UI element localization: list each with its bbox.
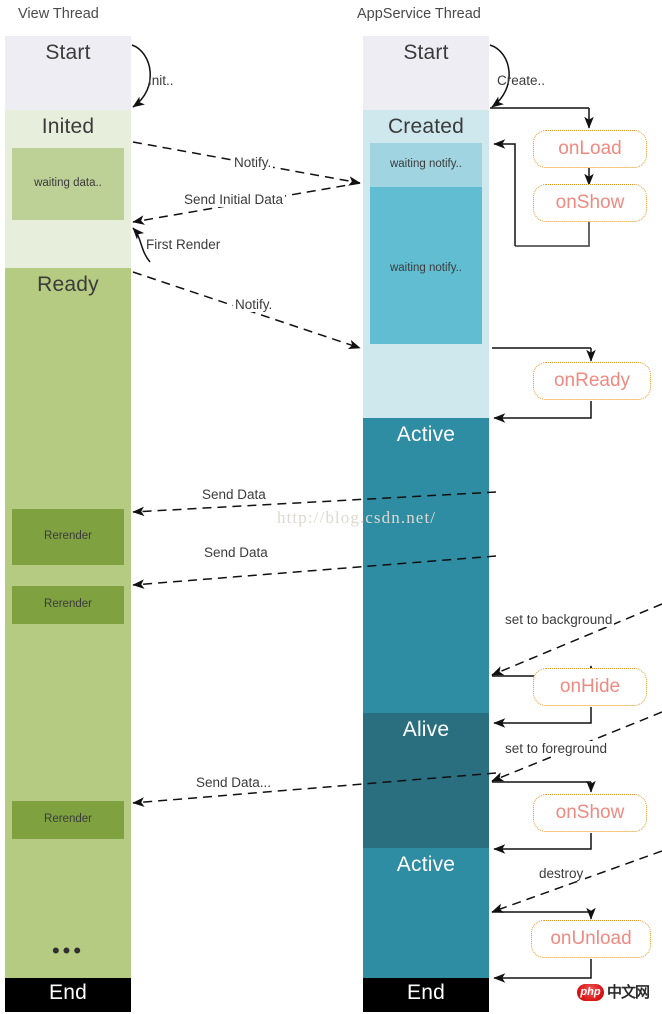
view-inner-rerender-2-label: Rerender <box>44 598 92 610</box>
view-block-end: End <box>5 978 131 1012</box>
view-block-start: Start <box>5 36 131 110</box>
app-block-created: Created waiting notify.. waiting notify.… <box>363 110 489 418</box>
edge-label-send-data-3: Send Data... <box>194 775 274 790</box>
app-block-start-label: Start <box>403 41 449 64</box>
app-block-end-label: End <box>407 981 445 1004</box>
app-inner-waiting-notify-2-label: waiting notify.. <box>389 262 462 274</box>
diagram-canvas: View Thread AppService Thread Start Init… <box>0 0 662 1014</box>
view-inner-rerender-1-label: Rerender <box>44 530 92 542</box>
edge-label-send-data-1: Send Data <box>200 487 268 502</box>
view-inner-waiting-data-label: waiting data.. <box>34 177 102 189</box>
callback-onshow-1[interactable]: onShow <box>533 184 647 222</box>
app-block-end: End <box>363 978 489 1012</box>
wire-return-to-created <box>493 139 516 246</box>
view-inner-rerender-3-label: Rerender <box>44 813 92 825</box>
view-block-ready-label: Ready <box>37 273 99 296</box>
view-inner-rerender-1: Rerender <box>12 509 124 565</box>
app-block-active-1-label: Active <box>396 423 456 446</box>
app-block-active-2-label: Active <box>396 853 456 876</box>
view-inner-rerender-3: Rerender <box>12 801 124 839</box>
wire-onshow-return-h <box>515 222 590 247</box>
wire-onshow2-return <box>493 833 592 854</box>
column-header-appservice-thread: AppService Thread <box>357 6 481 22</box>
callback-onload[interactable]: onLoad <box>533 130 647 168</box>
edge-label-set-to-background: set to background <box>503 612 615 627</box>
callback-onready[interactable]: onReady <box>533 362 651 400</box>
edge-label-destroy: destroy <box>537 866 586 881</box>
edge-label-send-initial-data: Send Initial Data <box>182 192 286 207</box>
view-ellipsis: ••• <box>51 938 85 963</box>
view-block-ready: Ready Rerender Rerender Rerender ••• <box>5 268 131 978</box>
view-block-inited: Inited waiting data.. <box>5 110 131 268</box>
php-chinese-logo: php 中文网 <box>577 984 650 1001</box>
edge-label-init: Init.. <box>148 73 174 88</box>
php-badge-icon: php <box>577 984 604 1001</box>
php-logo-text: 中文网 <box>607 984 650 1001</box>
wire-onhide-return <box>493 707 592 728</box>
app-inner-waiting-notify-2: waiting notify.. <box>370 187 482 344</box>
edge-label-notify-2: Notify. <box>233 297 275 312</box>
app-inner-waiting-notify-1: waiting notify.. <box>370 143 482 187</box>
callback-onhide[interactable]: onHide <box>533 668 647 706</box>
edge-label-first-render: First Render <box>146 237 221 252</box>
view-inner-waiting-data: waiting data.. <box>12 148 124 220</box>
wire-onready-return <box>493 401 592 423</box>
edge-label-set-to-foreground: set to foreground <box>503 741 610 756</box>
app-block-alive: Alive <box>363 713 489 848</box>
wire-onunload-return <box>493 959 592 983</box>
edge-label-send-data-2: Send Data <box>202 545 270 560</box>
column-header-view-thread: View Thread <box>18 6 99 22</box>
app-block-alive-label: Alive <box>402 718 450 741</box>
app-block-active-2: Active <box>363 848 489 978</box>
app-block-start: Start <box>363 36 489 110</box>
view-block-end-label: End <box>49 981 87 1004</box>
app-inner-waiting-notify-1-label: waiting notify.. <box>389 158 462 170</box>
view-block-inited-label: Inited <box>41 115 95 138</box>
view-block-start-label: Start <box>45 41 91 64</box>
edge-label-notify-1: Notify. <box>232 155 274 170</box>
callback-onshow-2[interactable]: onShow <box>533 794 647 832</box>
edge-destroy <box>491 850 662 913</box>
edge-label-create: Create.. <box>497 73 546 88</box>
callback-onunload[interactable]: onUnload <box>531 920 651 958</box>
app-block-active-1: Active <box>363 418 489 713</box>
view-inner-rerender-2: Rerender <box>12 586 124 624</box>
app-block-created-label: Created <box>387 115 465 138</box>
